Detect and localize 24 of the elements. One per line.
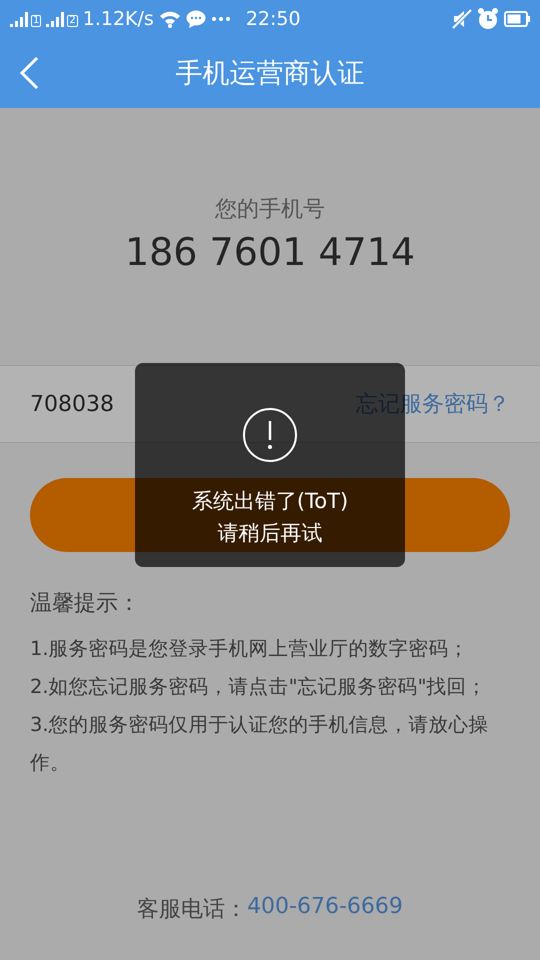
- signal-icon: [10, 11, 30, 27]
- mute-icon: [452, 9, 472, 29]
- clock-time: 22:50: [246, 8, 301, 30]
- sim-label: 1: [31, 15, 42, 27]
- tip-text: 2.如您忘记服务密码，请点击"忘记服务密码"找回；: [30, 674, 488, 700]
- tips-title: 温馨提示：: [30, 590, 141, 618]
- page-title: 手机运营商认证: [176, 57, 364, 91]
- toast-message: 请稍后再试: [218, 520, 322, 547]
- network-speed: 1.12K/s: [82, 8, 154, 30]
- wifi-icon: [158, 10, 181, 28]
- chat-bubble-icon: [186, 10, 206, 28]
- signal-icon: [46, 11, 66, 27]
- alarm-clock-icon: [477, 8, 499, 30]
- toast-message: 系统出错了(ToT): [192, 488, 348, 515]
- phone-number: 186 7601 4714: [124, 230, 416, 274]
- exclamation-icon: [242, 407, 298, 463]
- tip-text: 3.您的服务密码仅用于认证您的手机信息，请放心操作。: [30, 712, 490, 776]
- more-icon: [210, 16, 231, 22]
- hotline-link[interactable]: 400-676-6669: [247, 894, 403, 924]
- tip-text: 1.服务密码是您登录手机网上营业厅的数字密码；: [30, 636, 470, 662]
- battery-icon: [504, 11, 530, 27]
- phone-label: 您的手机号: [215, 196, 325, 224]
- hotline-label: 客服电话：: [137, 896, 248, 924]
- back-icon: [18, 56, 40, 90]
